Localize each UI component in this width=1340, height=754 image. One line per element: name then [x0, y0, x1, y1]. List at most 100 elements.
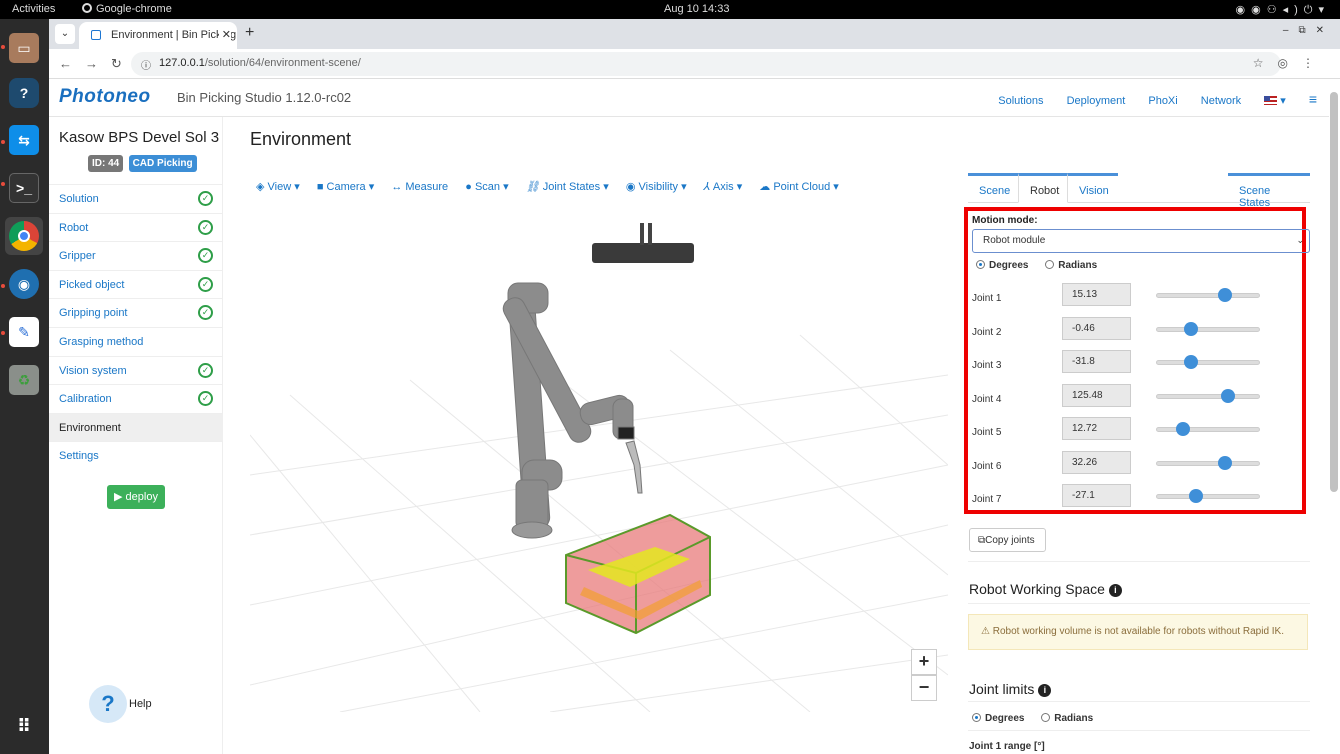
joint-value-input[interactable]: 12.72 — [1062, 417, 1131, 440]
check-circle-icon: ✓ — [198, 362, 213, 378]
radians-radio[interactable]: Radians — [1045, 260, 1097, 271]
slider-handle[interactable] — [1221, 388, 1236, 403]
joint-states-menu[interactable]: ⛓ Joint States ▾ — [526, 181, 609, 193]
menu-solutions[interactable]: Solutions — [998, 95, 1043, 107]
tab-scene-states[interactable]: Scene States — [1228, 173, 1310, 209]
point-cloud-menu[interactable]: ☁ Point Cloud ▾ — [759, 181, 839, 193]
joint-value-input[interactable]: 15.13 — [1062, 283, 1131, 306]
info-icon[interactable]: ⓘ — [141, 57, 151, 72]
scan-menu[interactable]: ● Scan ▾ — [465, 181, 508, 193]
info-icon[interactable]: i — [1038, 684, 1052, 697]
joint-slider[interactable] — [1156, 489, 1260, 503]
slider-handle[interactable] — [1218, 288, 1233, 302]
camera-menu[interactable]: ■ Camera ▾ — [317, 181, 374, 193]
check-circle-icon: ✓ — [198, 391, 213, 407]
slider-handle[interactable] — [1175, 422, 1190, 436]
browser-tab[interactable]: Environment | Bin Picking ✕ — [79, 22, 237, 49]
new-tab-button[interactable]: + — [245, 24, 254, 42]
slider-handle[interactable] — [1218, 455, 1233, 470]
page-scrollbar[interactable] — [1330, 92, 1338, 492]
tab-robot[interactable]: Robot — [1018, 173, 1068, 203]
sidebar-item-settings[interactable]: Settings — [49, 441, 223, 470]
measure-menu[interactable]: ↔ Measure — [391, 181, 448, 193]
type-badge: CAD Picking — [128, 155, 197, 172]
app-grid-button[interactable]: ⠿ — [5, 707, 43, 745]
copy-joints-button[interactable]: ⧉Copy joints — [969, 528, 1046, 552]
sidebar-item-label: Picked object — [59, 278, 125, 291]
degrees-radio[interactable]: Degrees — [976, 260, 1028, 271]
joint-slider[interactable] — [1156, 455, 1260, 470]
tab-scene[interactable]: Scene — [968, 173, 1018, 203]
language-selector[interactable]: ▾ — [1264, 95, 1286, 107]
joint-value-input[interactable]: -31.8 — [1062, 350, 1131, 373]
close-tab-icon[interactable]: ✕ — [218, 28, 231, 41]
files-dock-item[interactable]: ▭ — [5, 29, 43, 67]
joint-value-input[interactable]: -0.46 — [1062, 316, 1131, 340]
help-button[interactable]: ? Help — [89, 685, 159, 723]
tab-title: Environment | Bin Picking — [111, 29, 237, 41]
photoneo-logo[interactable]: Photoneo — [59, 86, 151, 108]
tab-search-button[interactable]: ⌄ — [55, 24, 75, 44]
sidebar-item-gripper[interactable]: Gripper ✓ — [49, 241, 223, 270]
joint1-range-label: Joint 1 range [°] — [969, 741, 1045, 752]
sidebar-item-calibration[interactable]: Calibration ✓ — [49, 384, 223, 413]
zoom-out-button[interactable]: − — [911, 675, 937, 701]
chrome-dock-item[interactable] — [5, 217, 43, 255]
axis-menu[interactable]: ⅄ Axis ▾ — [704, 181, 743, 193]
limits-radians-radio[interactable]: Radians — [1041, 713, 1093, 724]
joint-value-input[interactable]: 125.48 — [1062, 383, 1131, 407]
motion-mode-select[interactable]: Robot module ⌄ — [972, 229, 1310, 253]
sidebar-item-gripping-point[interactable]: Gripping point ✓ — [49, 298, 223, 327]
window-controls[interactable]: –⧉✕ — [1283, 25, 1334, 36]
slider-handle[interactable] — [1183, 321, 1198, 336]
sidebar-item-grasping-method[interactable]: Grasping method — [49, 327, 223, 356]
app-navbar: Photoneo Bin Picking Studio 1.12.0-rc02 … — [49, 79, 1329, 117]
zoom-in-button[interactable]: + — [911, 649, 937, 675]
address-bar[interactable]: ⓘ 127.0.0.1/solution/64/environment-scen… — [131, 52, 1281, 76]
joint-slider[interactable] — [1156, 355, 1260, 369]
sidebar-item-solution[interactable]: Solution ✓ — [49, 184, 223, 213]
activities-button[interactable]: Activities — [12, 3, 55, 15]
3d-scene-viewport[interactable]: + − — [250, 175, 948, 712]
limits-degrees-radio[interactable]: Degrees — [972, 713, 1024, 724]
motion-mode-value: Robot module — [983, 235, 1046, 246]
visibility-menu[interactable]: ◉ Visibility ▾ — [626, 181, 687, 193]
view-menu[interactable]: ◈ View ▾ — [256, 181, 300, 193]
slider-handle[interactable] — [1188, 489, 1203, 503]
sidebar-item-picked-object[interactable]: Picked object ✓ — [49, 269, 223, 299]
browser-actions[interactable]: ☆◎⋮ — [1253, 56, 1328, 70]
slider-handle[interactable] — [1183, 355, 1198, 369]
teamviewer-dock-item[interactable]: ⇆ — [5, 121, 43, 159]
app-menu[interactable]: Google-chrome — [82, 3, 172, 15]
joint-slider[interactable] — [1156, 288, 1260, 302]
sidebar-item-label: Calibration — [59, 393, 112, 406]
nav-buttons[interactable]: ←→↻ — [59, 56, 135, 72]
joint-value-input[interactable]: -27.1 — [1062, 484, 1131, 507]
menu-deployment[interactable]: Deployment — [1067, 95, 1126, 107]
joint-value-input[interactable]: 32.26 — [1062, 450, 1131, 474]
menu-network[interactable]: Network — [1201, 95, 1241, 107]
arrows-icon: ↔ — [391, 181, 403, 193]
joint-label: Joint 5 — [972, 427, 1002, 438]
system-tray[interactable]: ◉◉⚇◂)⏻▾ — [1236, 3, 1330, 17]
sidebar-item-environment[interactable]: Environment — [49, 412, 223, 442]
terminal-dock-item[interactable]: >_ — [5, 169, 43, 207]
info-icon[interactable]: i — [1108, 584, 1122, 597]
joint-slider[interactable] — [1156, 321, 1260, 336]
deploy-button[interactable]: ▶ deploy — [107, 485, 165, 509]
sidebar-item-vision-system[interactable]: Vision system ✓ — [49, 355, 223, 385]
sidebar-item-robot[interactable]: Robot ✓ — [49, 212, 223, 242]
menu-phoxi[interactable]: PhoXi — [1148, 95, 1177, 107]
tab-vision[interactable]: Vision — [1068, 173, 1118, 203]
joint-slider[interactable] — [1156, 422, 1260, 436]
phoxi-dock-item[interactable]: ◉ — [5, 265, 43, 303]
axis-icon: ⅄ — [703, 181, 711, 193]
help-dock-item[interactable]: ? — [5, 74, 43, 112]
clock[interactable]: Aug 10 14:33 — [664, 3, 729, 15]
text-editor-dock-item[interactable]: ✎ — [5, 313, 43, 351]
bin-model — [565, 513, 711, 635]
joint-slider[interactable] — [1156, 388, 1260, 403]
hamburger-menu-icon[interactable]: ≡ — [1309, 91, 1317, 107]
trash-dock-item[interactable]: ♻ — [5, 361, 43, 399]
joint-label: Joint 1 — [972, 293, 1002, 304]
